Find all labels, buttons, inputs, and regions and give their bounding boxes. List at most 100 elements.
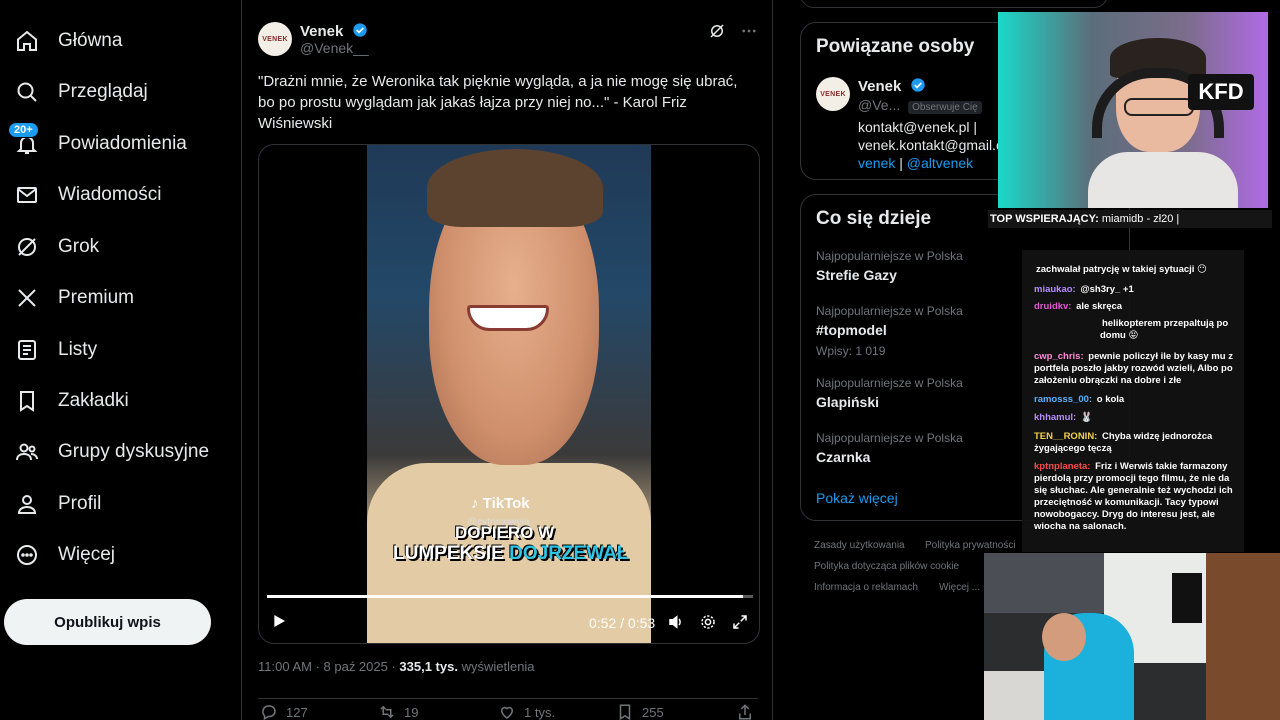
footer-link[interactable]: Zasady użytkowania	[814, 540, 905, 551]
more-options-icon[interactable]	[740, 22, 758, 40]
sidebar-item-label: Więcej	[58, 544, 116, 565]
chat-user: cwp_chris:	[1034, 351, 1084, 362]
sidebar-item-premium[interactable]: Premium	[4, 276, 134, 320]
top-supporter-label: TOP WSPIERAJĄCY:	[990, 213, 1099, 225]
footer-link[interactable]: Polityka dotycząca plików cookie	[814, 561, 959, 572]
trend-item[interactable]: Najpopularniejsze w Polska Czarnka	[816, 431, 963, 465]
bookmark-icon	[14, 388, 40, 414]
trend-category: Najpopularniejsze w Polska	[816, 431, 963, 445]
tiktok-watermark: ♪ TikTok	[471, 495, 530, 512]
play-icon[interactable]	[271, 613, 287, 629]
sidebar-item-explore[interactable]: Przeglądaj	[4, 70, 148, 114]
sidebar-item-label: Zakładki	[58, 390, 129, 411]
related-name[interactable]: Venek	[858, 77, 926, 95]
chat-user: ramosss_00:	[1034, 394, 1093, 405]
chat-text: zachwalał patrycję w takiej sytuacji 😶	[1036, 264, 1207, 275]
bookmark-button[interactable]: 255	[616, 703, 664, 720]
bio-line: venek.kontakt@gmail.c	[858, 137, 998, 153]
trend-item[interactable]: Najpopularniejsze w Polska #topmodel Wpi…	[816, 304, 963, 358]
sidebar-item-bookmarks[interactable]: Zakładki	[4, 379, 129, 423]
avatar-text: VENEK	[262, 35, 288, 43]
video-smile	[467, 305, 549, 331]
chat-user: TEN__RONIN:	[1034, 431, 1098, 442]
more-circle-icon	[14, 542, 40, 568]
sidebar-item-more[interactable]: Więcej	[4, 533, 115, 577]
app-root: Główna Przeglądaj 20+ Powiadomienia Wiad…	[0, 0, 1280, 720]
tweet-column: VENEK Venek @Venek__ "Drażni mnie, że We…	[241, 0, 773, 720]
caption-text: LUMPEKSIE	[393, 543, 510, 564]
tweet-meta: 11:00 AM · 8 paź 2025 · 335,1 tys. wyświ…	[258, 659, 535, 674]
sidebar-item-label: Premium	[58, 287, 135, 308]
trend-name: #topmodel	[816, 322, 887, 338]
chat-text: 🐰	[1080, 412, 1093, 423]
fullscreen-icon[interactable]	[731, 613, 749, 631]
trend-category: Najpopularniejsze w Polska	[816, 304, 963, 318]
sidebar-item-home[interactable]: Główna	[4, 19, 122, 63]
bio-link[interactable]: @altvenek	[907, 155, 973, 171]
search-panel-edge	[800, 0, 1108, 8]
trend-item[interactable]: Najpopularniejsze w Polska Glapiński	[816, 376, 963, 410]
bio-link[interactable]: venek	[858, 155, 895, 171]
settings-gear-icon[interactable]	[699, 613, 717, 631]
chat-user: miaukao:	[1034, 284, 1076, 295]
related-name-text: Venek	[858, 78, 902, 95]
search-icon	[14, 79, 40, 105]
grok-icon[interactable]	[708, 22, 726, 40]
sidebar-nav: Główna Przeglądaj 20+ Powiadomienia Wiad…	[0, 0, 240, 720]
chat-message: ramosss_00: o kola	[1034, 394, 1242, 406]
trend-count: Wpisy: 1 019	[816, 344, 886, 358]
share-button[interactable]	[736, 703, 754, 720]
footer-link[interactable]: Więcej ...	[939, 582, 980, 593]
caption-highlight: DOJRZEWAŁ	[509, 543, 629, 564]
sidebar-item-label: Główna	[58, 30, 123, 51]
cam-shirt	[1088, 152, 1238, 208]
kfd-logo: KFD	[1188, 74, 1254, 110]
author-handle[interactable]: @Venek__	[300, 40, 369, 56]
chat-message: miaukao: @sh3ry_ +1	[1034, 284, 1242, 296]
chat-text: ale skręca	[1076, 301, 1123, 312]
list-icon	[14, 337, 40, 363]
trend-item[interactable]: Najpopularniejsze w Polska Strefie Gazy	[816, 249, 963, 283]
chat-message: TEN__RONIN: Chyba widzę jednorożca żygaj…	[1034, 431, 1242, 455]
people-icon	[14, 439, 40, 465]
tweet-timestamp[interactable]: 11:00 AM · 8 paź 2025 ·	[258, 659, 399, 674]
streamer-webcam: KFD	[998, 12, 1268, 208]
sidebar-item-lists[interactable]: Listy	[4, 328, 97, 372]
retweet-button[interactable]: 19	[378, 703, 418, 720]
stream-chat: zachwalał patrycję w takiej sytuacji 😶 m…	[1022, 250, 1244, 552]
video-progress-bar[interactable]	[267, 595, 753, 598]
avatar[interactable]: VENEK	[258, 22, 292, 56]
author-name[interactable]: Venek	[300, 22, 368, 40]
video-frame	[367, 145, 651, 643]
sidebar-item-profile[interactable]: Profil	[4, 482, 101, 526]
like-button[interactable]: 1 tys.	[498, 703, 555, 720]
trend-category: Najpopularniejsze w Polska	[816, 249, 963, 263]
related-handle-text: @Ve...	[858, 97, 901, 113]
mail-icon	[14, 182, 40, 208]
footer-link[interactable]: Polityka prywatności	[925, 540, 1016, 551]
room-tv	[1172, 573, 1202, 623]
reply-button[interactable]: 127	[260, 703, 308, 720]
avatar-text: VENEK	[820, 90, 846, 98]
tiktok-label: TikTok	[482, 495, 530, 512]
show-more-link[interactable]: Pokaż więcej	[816, 490, 898, 506]
footer-link[interactable]: Informacja o reklamach	[814, 582, 918, 593]
volume-icon[interactable]	[667, 613, 685, 631]
video-hair	[427, 149, 603, 227]
video-player[interactable]: ♪ TikTok @cytrynowyja DOPIERO W LUMPEKSI…	[258, 144, 760, 644]
sidebar-item-notifications[interactable]: 20+ Powiadomienia	[4, 122, 187, 166]
room-window	[984, 553, 1114, 613]
sidebar-item-communities[interactable]: Grupy dyskusyjne	[4, 430, 209, 474]
post-button[interactable]: Opublikuj wpis	[4, 599, 211, 645]
chat-message: cwp_chris: pewnie policzył ile by kasy m…	[1034, 351, 1242, 387]
related-bio: kontakt@venek.pl | venek.kontakt@gmail.c…	[858, 118, 998, 172]
related-avatar[interactable]: VENEK	[816, 77, 850, 111]
sidebar-item-label: Powiadomienia	[58, 133, 187, 154]
sidebar-item-messages[interactable]: Wiadomości	[4, 173, 161, 217]
related-handle: @Ve... Obserwuje Cię	[858, 97, 982, 114]
retweet-count: 19	[404, 704, 419, 720]
top-supporter-bar: TOP WSPIERAJĄCY: miamidb - zł20 |	[988, 210, 1272, 228]
sidebar-item-grok[interactable]: Grok	[4, 225, 99, 269]
reply-count: 127	[286, 704, 308, 720]
top-supporter-value: miamidb - zł20 |	[1098, 213, 1180, 225]
